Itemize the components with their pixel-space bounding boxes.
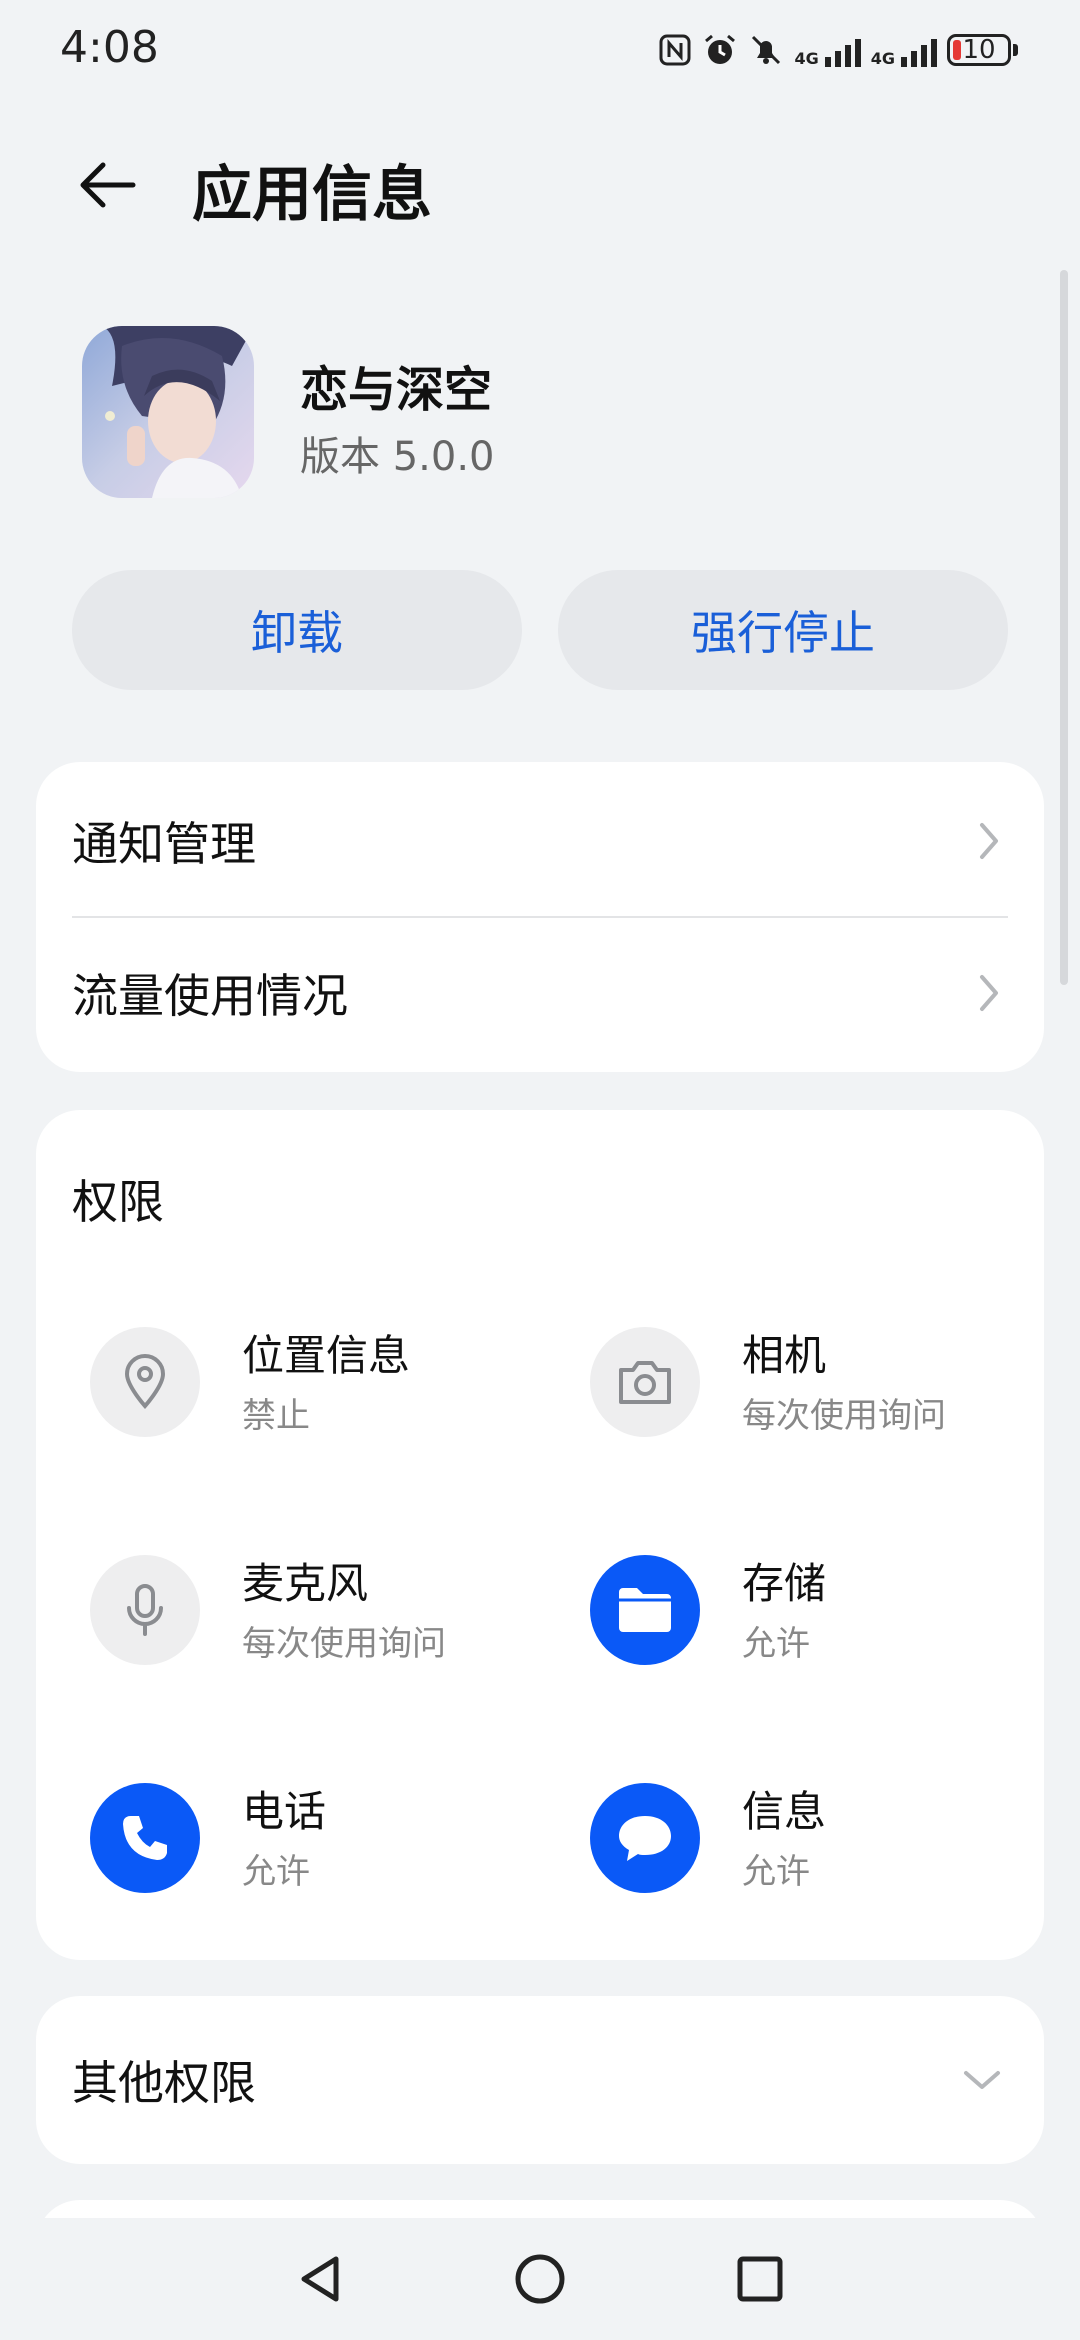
signal-icon: 4G [794, 33, 861, 68]
network-type-1: 4G [794, 49, 819, 68]
permissions-title: 权限 [72, 1175, 164, 1229]
permission-name: 位置信息 [242, 1331, 411, 1380]
battery-level: 10 [962, 35, 996, 65]
microphone-icon [90, 1555, 200, 1665]
battery-icon: 10 [947, 34, 1018, 66]
permission-name: 麦克风 [242, 1559, 369, 1608]
nfc-icon [658, 33, 692, 67]
data-usage-row[interactable]: 流量使用情况 [36, 918, 1044, 1068]
permission-status: 允许 [242, 1852, 310, 1892]
permission-name: 存储 [742, 1559, 827, 1608]
permission-status: 允许 [742, 1852, 810, 1892]
scrollbar[interactable] [1060, 270, 1068, 985]
settings-card: 通知管理 流量使用情况 [36, 762, 1044, 1072]
permission-storage[interactable]: 存储 允许 [590, 1538, 1070, 1688]
permission-messages[interactable]: 信息 允许 [590, 1766, 1070, 1916]
navigation-bar [0, 2218, 1080, 2340]
permission-phone[interactable]: 电话 允许 [90, 1766, 570, 1916]
triangle-back-icon [301, 2256, 339, 2302]
uninstall-button[interactable]: 卸载 [72, 570, 522, 690]
nav-recents-button[interactable] [715, 2234, 805, 2324]
camera-icon [590, 1327, 700, 1437]
status-time: 4:08 [60, 22, 159, 73]
arrow-left-icon [80, 162, 136, 208]
permission-status: 每次使用询问 [742, 1396, 946, 1436]
permissions-card: 权限 位置信息 禁止 相机 每次使用询问 麦克风 每次使用询问 存储 允许 电话… [36, 1110, 1044, 1960]
permission-status: 每次使用询问 [242, 1624, 446, 1664]
permission-location[interactable]: 位置信息 禁止 [90, 1310, 570, 1460]
chevron-down-icon [964, 2071, 1000, 2089]
app-version: 版本 5.0.0 [300, 434, 495, 480]
nav-home-button[interactable] [495, 2234, 585, 2324]
permission-status: 禁止 [242, 1396, 310, 1436]
folder-icon [590, 1555, 700, 1665]
mute-icon [748, 32, 784, 68]
chevron-right-icon [980, 823, 998, 859]
message-icon [590, 1783, 700, 1893]
permission-name: 信息 [742, 1787, 827, 1836]
chevron-right-icon [980, 975, 998, 1011]
other-permissions-header[interactable]: 其他权限 [36, 2005, 1044, 2155]
permission-name: 相机 [742, 1331, 827, 1380]
back-button[interactable] [62, 140, 152, 230]
page-title: 应用信息 [192, 160, 432, 230]
app-name: 恋与深空 [300, 362, 493, 418]
alarm-icon [702, 32, 738, 68]
square-recents-icon [737, 2256, 783, 2302]
signal-icon: 4G [871, 33, 937, 67]
circle-home-icon [515, 2254, 565, 2304]
other-permissions-row[interactable]: 其他权限 [36, 1996, 1044, 2164]
app-icon [82, 326, 254, 498]
status-icons: 4G 4G 10 [658, 26, 1018, 74]
permission-status: 允许 [742, 1624, 810, 1664]
row-label: 通知管理 [72, 817, 256, 871]
nav-back-button[interactable] [275, 2234, 365, 2324]
phone-icon [90, 1783, 200, 1893]
notification-management-row[interactable]: 通知管理 [36, 766, 1044, 916]
force-stop-button[interactable]: 强行停止 [558, 570, 1008, 690]
permission-camera[interactable]: 相机 每次使用询问 [590, 1310, 1070, 1460]
permission-name: 电话 [242, 1787, 327, 1836]
network-type-2: 4G [870, 49, 895, 68]
location-pin-icon [90, 1327, 200, 1437]
other-permissions-label: 其他权限 [72, 2056, 256, 2110]
row-label: 流量使用情况 [72, 969, 348, 1023]
permission-microphone[interactable]: 麦克风 每次使用询问 [90, 1538, 570, 1688]
